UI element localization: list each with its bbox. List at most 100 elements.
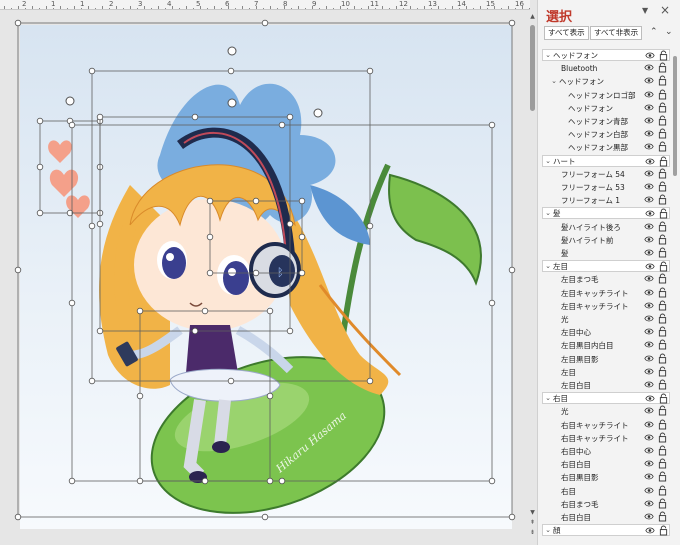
visibility-eye-icon[interactable] bbox=[645, 526, 655, 535]
lock-icon[interactable] bbox=[658, 181, 667, 192]
layer-row[interactable]: ヘッドフォン白部 bbox=[542, 128, 670, 141]
visibility-eye-icon[interactable] bbox=[644, 288, 654, 297]
visibility-eye-icon[interactable] bbox=[644, 103, 654, 112]
lock-icon[interactable] bbox=[659, 156, 668, 167]
visibility-eye-icon[interactable] bbox=[645, 51, 655, 60]
lock-icon[interactable] bbox=[658, 379, 667, 390]
visibility-eye-icon[interactable] bbox=[644, 63, 654, 72]
layer-row[interactable]: 右目キャッチライト bbox=[542, 432, 670, 445]
lock-icon[interactable] bbox=[658, 485, 667, 496]
layer-group-row[interactable]: ⌄ ハート bbox=[542, 154, 670, 167]
layer-group-row[interactable]: ⌄ 左目 bbox=[542, 260, 670, 273]
lock-icon[interactable] bbox=[658, 445, 667, 456]
lock-icon[interactable] bbox=[658, 115, 667, 126]
expand-chevron-icon[interactable]: ⌄ bbox=[544, 525, 552, 536]
layer-row[interactable]: 光 bbox=[542, 313, 670, 326]
visibility-eye-icon[interactable] bbox=[644, 380, 654, 389]
lock-icon[interactable] bbox=[658, 75, 667, 86]
scroll-down-icon[interactable]: ▼ bbox=[529, 509, 536, 516]
layer-group-row[interactable]: ⌄ ヘッドフォン bbox=[542, 49, 670, 61]
lock-icon[interactable] bbox=[658, 234, 667, 245]
layer-row[interactable]: 右目 bbox=[542, 485, 670, 498]
visibility-eye-icon[interactable] bbox=[644, 248, 654, 257]
visibility-eye-icon[interactable] bbox=[644, 182, 654, 191]
next-slide-icon[interactable]: ⇟ bbox=[529, 529, 536, 536]
layer-row[interactable]: 左目 bbox=[542, 366, 670, 379]
send-backward-icon[interactable]: ⌄ bbox=[665, 27, 673, 37]
visibility-eye-icon[interactable] bbox=[644, 327, 654, 336]
lock-icon[interactable] bbox=[658, 247, 667, 258]
slide-vertical-scrollbar[interactable]: ▲ ▼ ⇞ ⇟ bbox=[528, 11, 537, 545]
lock-icon[interactable] bbox=[658, 419, 667, 430]
visibility-eye-icon[interactable] bbox=[644, 354, 654, 363]
expand-chevron-icon[interactable]: ⌄ bbox=[544, 156, 552, 167]
visibility-eye-icon[interactable] bbox=[644, 446, 654, 455]
scroll-up-icon[interactable]: ▲ bbox=[529, 13, 536, 20]
layer-group-row[interactable]: ⌄ 顔 bbox=[542, 524, 670, 537]
lock-icon[interactable] bbox=[658, 498, 667, 509]
visibility-eye-icon[interactable] bbox=[645, 157, 655, 166]
layer-row[interactable]: 右目中心 bbox=[542, 445, 670, 458]
visibility-eye-icon[interactable] bbox=[644, 499, 654, 508]
close-icon[interactable]: × bbox=[660, 3, 670, 17]
expand-chevron-icon[interactable]: ⌄ bbox=[544, 393, 552, 404]
lock-icon[interactable] bbox=[658, 102, 667, 113]
lock-icon[interactable] bbox=[658, 273, 667, 284]
visibility-eye-icon[interactable] bbox=[644, 129, 654, 138]
hide-all-button[interactable]: すべて非表示 bbox=[590, 26, 643, 40]
lock-icon[interactable] bbox=[659, 50, 668, 61]
lock-icon[interactable] bbox=[658, 458, 667, 469]
pane-options-icon[interactable]: ▼ bbox=[642, 6, 648, 15]
lock-icon[interactable] bbox=[658, 141, 667, 152]
visibility-eye-icon[interactable] bbox=[644, 314, 654, 323]
visibility-eye-icon[interactable] bbox=[644, 459, 654, 468]
layer-row[interactable]: 左目黒目内白目 bbox=[542, 339, 670, 352]
pane-scroll-thumb[interactable] bbox=[673, 56, 677, 176]
lock-icon[interactable] bbox=[659, 261, 668, 272]
visibility-eye-icon[interactable] bbox=[644, 169, 654, 178]
layer-row[interactable]: 左目白目 bbox=[542, 379, 670, 392]
layer-row[interactable]: 左目キャッチライト bbox=[542, 300, 670, 313]
visibility-eye-icon[interactable] bbox=[644, 142, 654, 151]
lock-icon[interactable] bbox=[658, 128, 667, 139]
layer-row[interactable]: 右目白目 bbox=[542, 511, 670, 524]
visibility-eye-icon[interactable] bbox=[644, 406, 654, 415]
layer-row[interactable]: 左目キャッチライト bbox=[542, 287, 670, 300]
lock-icon[interactable] bbox=[658, 168, 667, 179]
layer-row[interactable]: フリーフォーム 54 bbox=[542, 168, 670, 181]
lock-icon[interactable] bbox=[658, 511, 667, 522]
layer-row[interactable]: ヘッドフォンロゴ部 bbox=[542, 89, 670, 102]
layer-row[interactable]: ヘッドフォン黒部 bbox=[542, 141, 670, 154]
layer-row[interactable]: 右目黒目影 bbox=[542, 471, 670, 484]
visibility-eye-icon[interactable] bbox=[645, 262, 655, 271]
layer-row[interactable]: ⌄ ヘッドフォン bbox=[542, 75, 670, 88]
lock-icon[interactable] bbox=[658, 339, 667, 350]
visibility-eye-icon[interactable] bbox=[644, 340, 654, 349]
bring-forward-icon[interactable]: ⌃ bbox=[650, 27, 658, 37]
layer-row[interactable]: フリーフォーム 53 bbox=[542, 181, 670, 194]
lock-icon[interactable] bbox=[658, 326, 667, 337]
lock-icon[interactable] bbox=[658, 313, 667, 324]
slide[interactable]: Hikaru Hasama ᛒ bbox=[20, 25, 512, 529]
layer-row[interactable]: Bluetooth bbox=[542, 62, 670, 75]
layer-row[interactable]: 髪ハイライト後ろ bbox=[542, 221, 670, 234]
expand-chevron-icon[interactable]: ⌄ bbox=[544, 208, 552, 219]
visibility-eye-icon[interactable] bbox=[644, 486, 654, 495]
layer-row[interactable]: 髪 bbox=[542, 247, 670, 260]
lock-icon[interactable] bbox=[658, 300, 667, 311]
visibility-eye-icon[interactable] bbox=[644, 420, 654, 429]
layer-group-row[interactable]: ⌄ 髪 bbox=[542, 207, 670, 220]
lock-icon[interactable] bbox=[659, 393, 668, 404]
visibility-eye-icon[interactable] bbox=[645, 394, 655, 403]
visibility-eye-icon[interactable] bbox=[644, 235, 654, 244]
expand-chevron-icon[interactable]: ⌄ bbox=[544, 50, 552, 61]
visibility-eye-icon[interactable] bbox=[644, 433, 654, 442]
layer-row[interactable]: 右目白目 bbox=[542, 458, 670, 471]
lock-icon[interactable] bbox=[658, 221, 667, 232]
layer-row[interactable]: 左目中心 bbox=[542, 326, 670, 339]
layer-row[interactable]: ヘッドフォン bbox=[542, 102, 670, 115]
visibility-eye-icon[interactable] bbox=[644, 116, 654, 125]
layer-row[interactable]: 右目キャッチライト bbox=[542, 419, 670, 432]
lock-icon[interactable] bbox=[658, 62, 667, 73]
lock-icon[interactable] bbox=[658, 194, 667, 205]
